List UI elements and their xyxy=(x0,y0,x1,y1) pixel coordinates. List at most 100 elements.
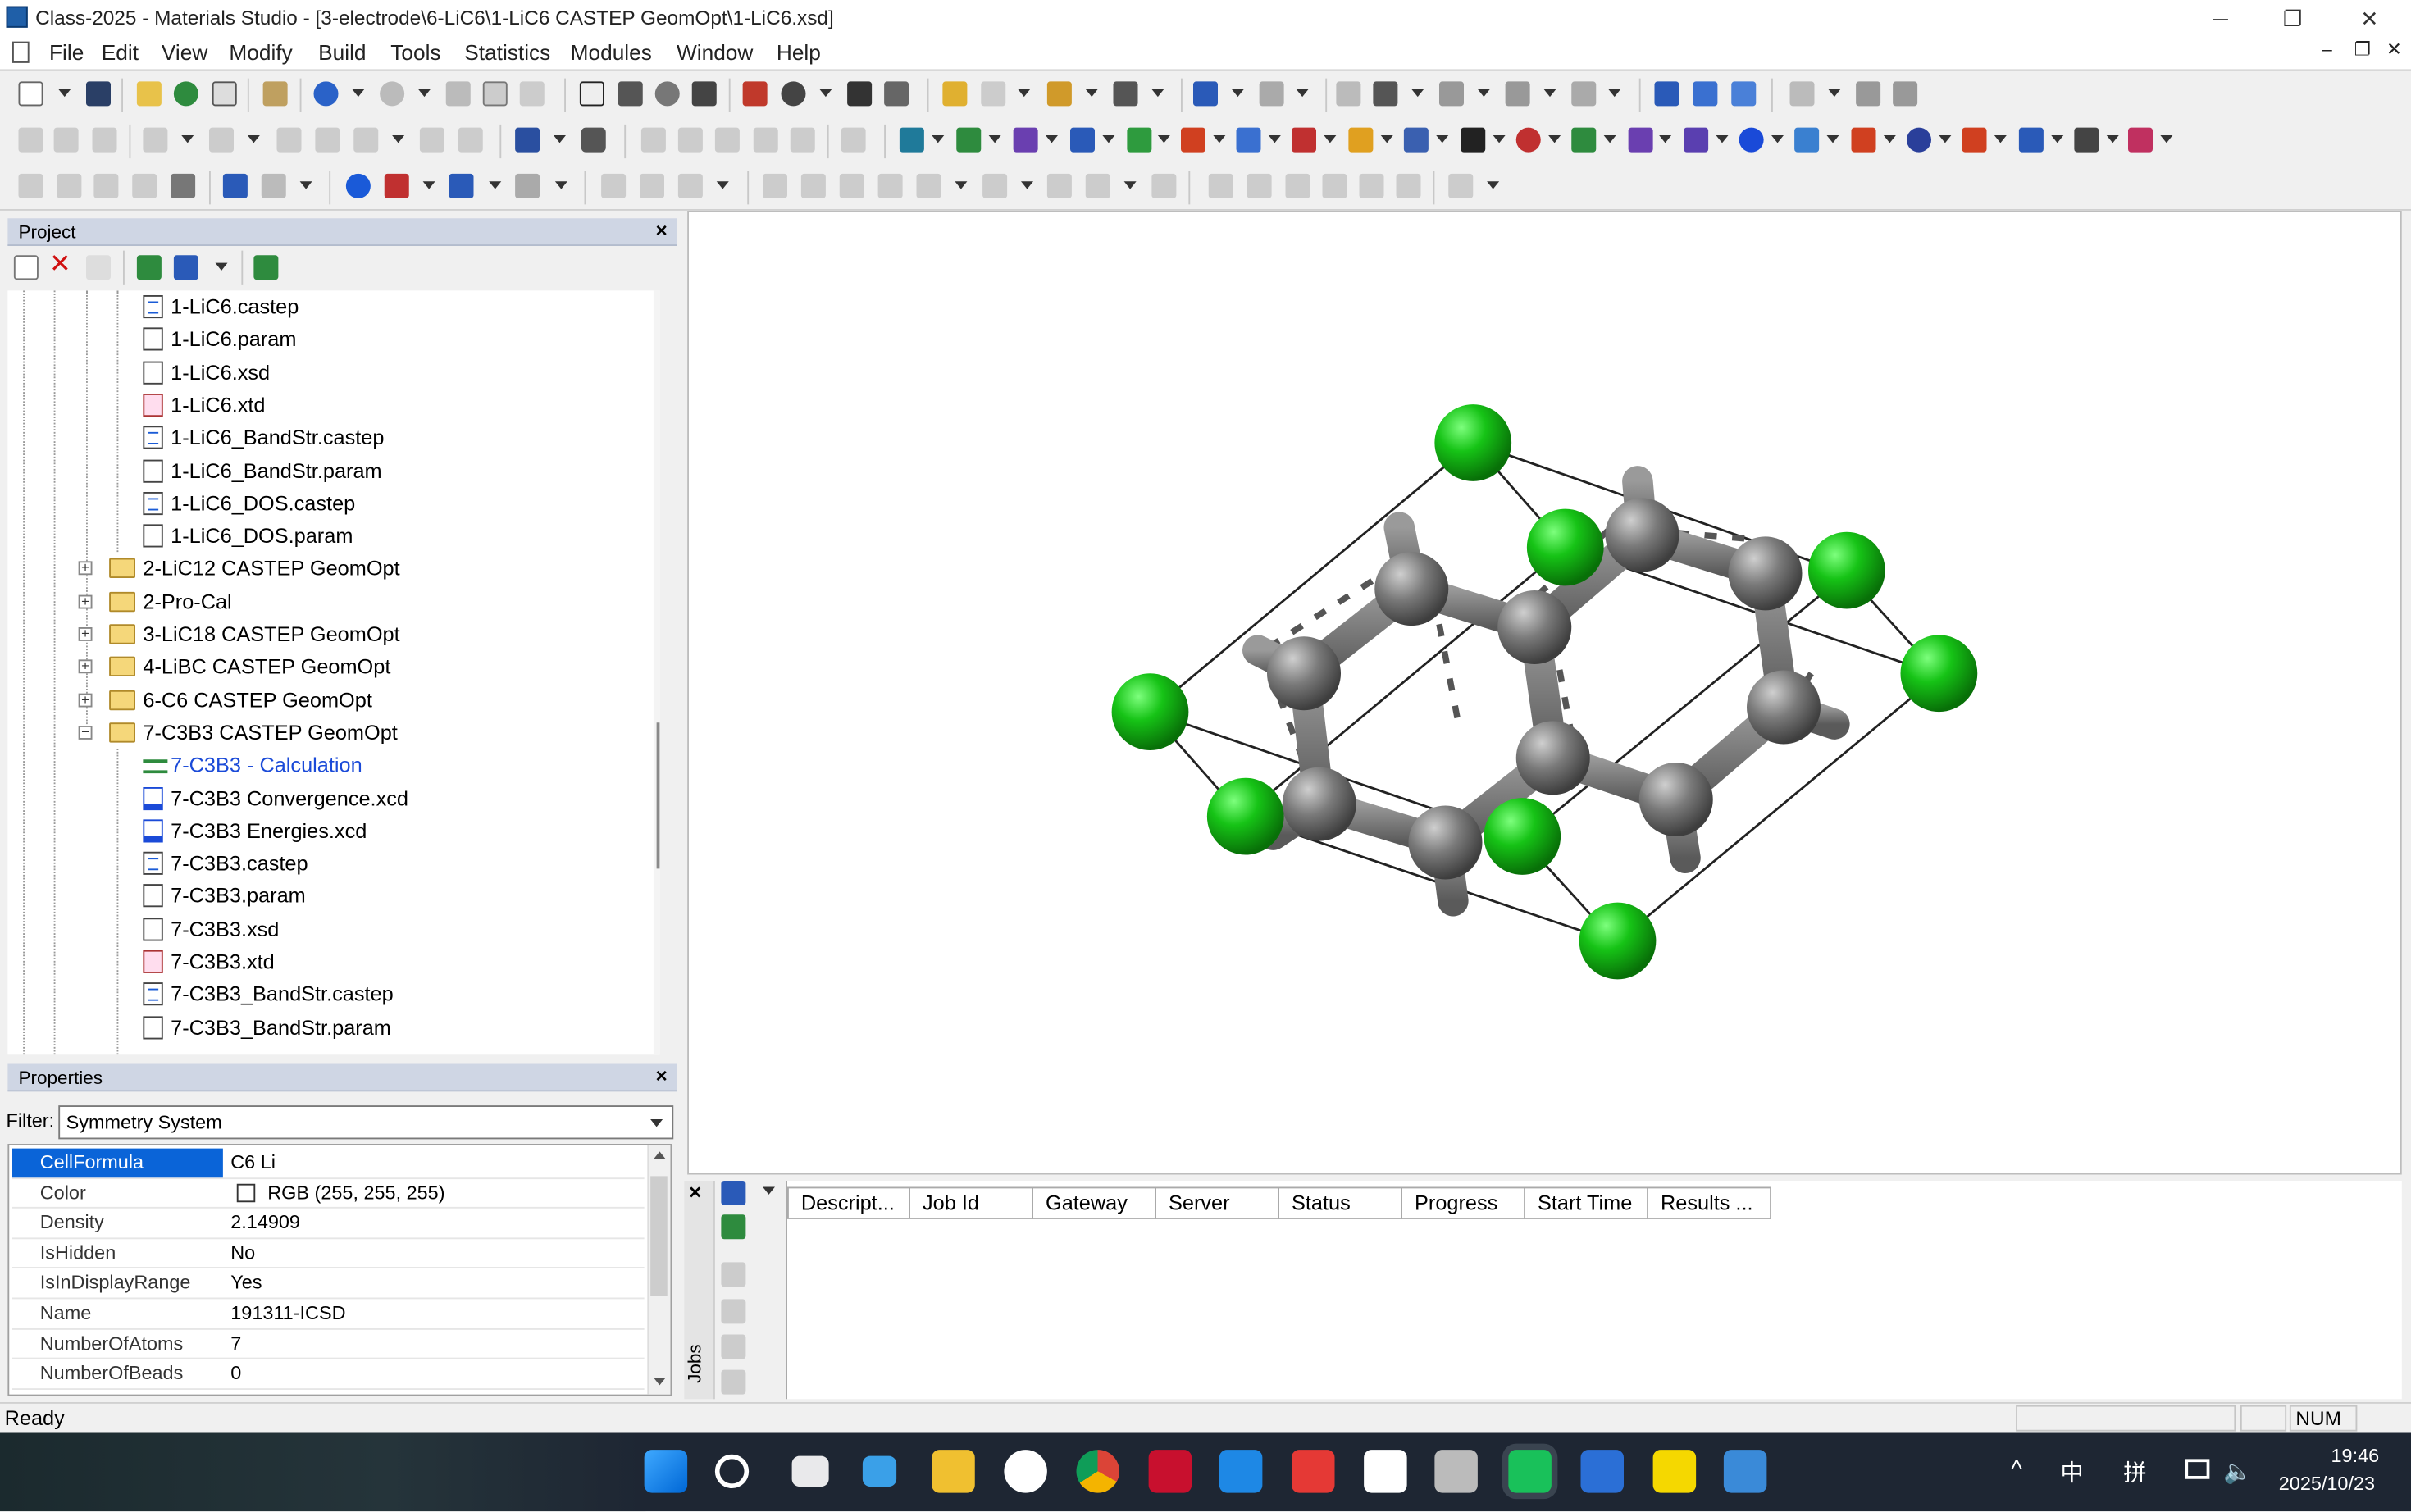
file-explorer-icon[interactable] xyxy=(932,1450,975,1493)
tree-file-item[interactable]: 1-LiC6_DOS.param xyxy=(7,520,645,552)
chart-home-icon[interactable] xyxy=(841,127,866,153)
expand-icon[interactable]: + xyxy=(78,659,93,674)
tree-file-item[interactable]: 1-LiC6.xtd xyxy=(7,389,645,421)
chevron-down-icon[interactable] xyxy=(418,89,431,98)
tree-file-item[interactable]: 1-LiC6_BandStr.castep xyxy=(7,421,645,453)
tree-file-item[interactable]: 1-LiC6_BandStr.param xyxy=(7,454,645,486)
insert-function-icon[interactable] xyxy=(515,127,540,153)
chevron-down-icon[interactable] xyxy=(215,262,228,271)
chevron-down-icon[interactable] xyxy=(1102,135,1115,143)
animation-stop-icon[interactable] xyxy=(1285,173,1310,198)
chevron-down-icon[interactable] xyxy=(422,181,435,189)
chevron-down-icon[interactable] xyxy=(1324,135,1337,143)
lock-icon[interactable] xyxy=(419,127,444,153)
vamp-icon[interactable] xyxy=(2128,127,2153,153)
zotero-icon[interactable] xyxy=(1292,1450,1335,1493)
terminal-icon[interactable] xyxy=(862,1455,897,1487)
chevron-down-icon[interactable] xyxy=(819,89,832,98)
label-icon[interactable] xyxy=(1693,81,1718,107)
tree-folder-item[interactable]: +6-C6 CASTEP GeomOpt xyxy=(7,684,645,716)
tree-file-item[interactable]: 7-C3B3 - Calculation xyxy=(7,749,645,781)
property-value[interactable]: 2.14909 xyxy=(228,1209,300,1238)
job-stop-icon[interactable] xyxy=(721,1334,746,1359)
tool-icon-d[interactable] xyxy=(132,173,157,198)
menu-window[interactable]: Window xyxy=(677,40,753,65)
sort-za-icon[interactable] xyxy=(315,127,340,153)
blends-icon[interactable] xyxy=(1013,127,1038,153)
typora-icon[interactable] xyxy=(1364,1450,1407,1493)
chart-peak-icon[interactable] xyxy=(753,127,778,153)
refresh-jobs-icon[interactable] xyxy=(721,1214,746,1240)
export-icon[interactable] xyxy=(212,81,237,107)
property-value[interactable]: 191311-ICSD xyxy=(228,1299,345,1328)
jobs-column-header[interactable]: Status xyxy=(1279,1186,1402,1219)
tree-file-item[interactable]: 7-C3B3.param xyxy=(7,880,645,912)
print-icon[interactable] xyxy=(262,81,288,107)
chevron-down-icon[interactable] xyxy=(1268,135,1281,143)
gulp-icon[interactable] xyxy=(1403,127,1429,153)
translate-icon[interactable] xyxy=(691,81,717,107)
center-icon[interactable] xyxy=(781,81,806,107)
refresh-icon[interactable] xyxy=(92,127,117,153)
jobs-column-header[interactable]: Descript... xyxy=(787,1186,910,1219)
mdi-close-button[interactable]: ✕ xyxy=(2386,39,2402,60)
chevron-down-icon[interactable] xyxy=(554,135,566,143)
tree-folder-item[interactable]: +2-Pro-Cal xyxy=(7,585,645,617)
explorer-icon[interactable] xyxy=(253,255,279,280)
onetep-icon[interactable] xyxy=(1684,127,1709,153)
project-pane-close-button[interactable]: × xyxy=(656,218,668,241)
chevron-down-icon[interactable] xyxy=(1021,181,1033,189)
job-properties-icon[interactable] xyxy=(721,1262,746,1287)
structure-tool-7-icon[interactable] xyxy=(1046,173,1072,198)
chevron-down-icon[interactable] xyxy=(554,181,567,189)
ime-pinyin-indicator[interactable]: 拼 xyxy=(2123,1456,2146,1488)
jobs-column-header[interactable]: Gateway xyxy=(1033,1186,1156,1219)
tree-folder-item[interactable]: +4-LiBC CASTEP GeomOpt xyxy=(7,651,645,683)
filter-select[interactable]: Symmetry System xyxy=(58,1105,674,1140)
mdi-restore-button[interactable]: ❐ xyxy=(2354,39,2371,60)
property-value[interactable]: RGB (255, 255, 255) xyxy=(228,1178,445,1208)
chevron-down-icon[interactable] xyxy=(1603,135,1616,143)
collapse-icon[interactable]: − xyxy=(78,725,93,740)
tree-file-item[interactable]: 1-LiC6.param xyxy=(7,323,645,355)
structure-3d-viewer[interactable] xyxy=(687,210,2402,1175)
jobs-column-header[interactable]: Job Id xyxy=(910,1186,1033,1219)
unlock-icon[interactable] xyxy=(458,127,483,153)
dftb-icon[interactable] xyxy=(1181,127,1206,153)
property-row[interactable]: Density 2.14909 xyxy=(12,1209,645,1239)
mesocite-icon[interactable] xyxy=(1515,127,1541,153)
distribute-icon[interactable] xyxy=(1505,81,1530,107)
adsorption-locator-icon[interactable] xyxy=(956,127,982,153)
copy-icon[interactable] xyxy=(482,81,508,107)
start-windows-icon[interactable] xyxy=(644,1450,688,1493)
vscode-icon[interactable] xyxy=(1219,1450,1263,1493)
tree-file-item[interactable]: 1-LiC6.castep xyxy=(7,290,645,322)
materials-studio-taskbar-icon[interactable] xyxy=(1723,1450,1767,1493)
chevron-down-icon[interactable] xyxy=(1828,89,1841,98)
fragment-icon[interactable] xyxy=(515,173,540,198)
chevron-down-icon[interactable] xyxy=(650,1119,663,1127)
chart-select-icon[interactable] xyxy=(640,127,666,153)
statistics-icon[interactable] xyxy=(1962,127,1987,153)
symmetry-icon[interactable] xyxy=(1731,81,1757,107)
property-row[interactable]: Name 191311-ICSD xyxy=(12,1299,645,1330)
nav-forward-icon[interactable] xyxy=(53,127,79,153)
expand-icon[interactable]: + xyxy=(78,561,93,576)
cell-icon[interactable] xyxy=(261,173,286,198)
properties-icon[interactable] xyxy=(171,173,196,198)
sort-ascending-icon[interactable] xyxy=(1856,81,1881,107)
job-view-icon[interactable] xyxy=(721,1181,746,1205)
chevron-down-icon[interactable] xyxy=(955,181,968,189)
jobs-column-header[interactable]: Results ... xyxy=(1648,1186,1771,1219)
run-icon[interactable] xyxy=(640,173,664,198)
gaussian-icon[interactable] xyxy=(1461,127,1486,153)
structure-tool-5-icon[interactable] xyxy=(916,173,941,198)
jobs-column-header[interactable]: Progress xyxy=(1402,1186,1525,1219)
tree-scrollbar-thumb[interactable] xyxy=(656,722,660,869)
chevron-down-icon[interactable] xyxy=(1296,89,1309,98)
add-bond-icon[interactable] xyxy=(384,173,409,198)
chevron-down-icon[interactable] xyxy=(181,135,194,143)
debug-icon[interactable] xyxy=(677,173,703,198)
chat-app-icon[interactable] xyxy=(1004,1450,1047,1493)
chevron-down-icon[interactable] xyxy=(392,135,405,143)
